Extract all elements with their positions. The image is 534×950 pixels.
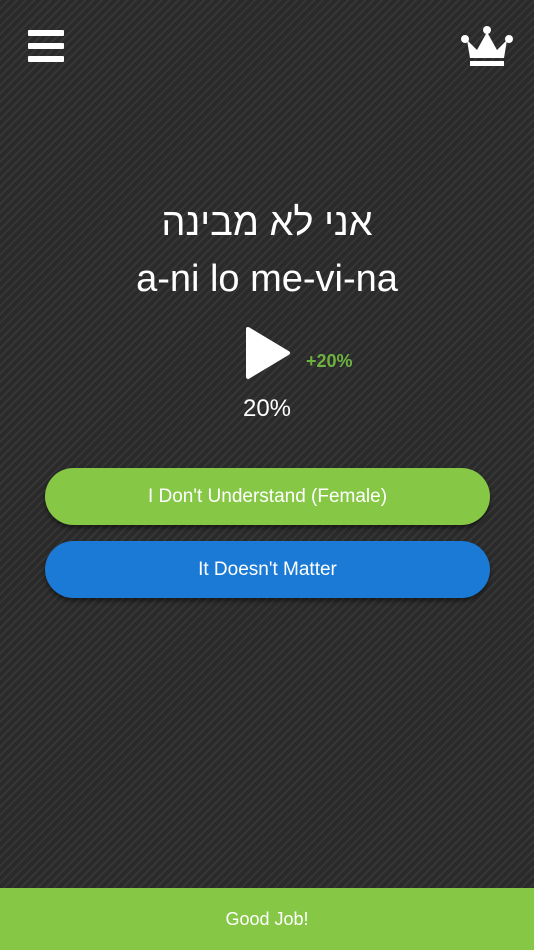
premium-crown-button[interactable] — [460, 24, 514, 68]
answer-option-it-doesnt-matter[interactable]: It Doesn't Matter — [45, 541, 490, 598]
transliteration: a-ni lo me-vi-na — [136, 258, 398, 300]
crown-icon — [461, 26, 513, 66]
play-audio-button[interactable] — [244, 326, 292, 380]
menu-button[interactable] — [28, 28, 66, 64]
feedback-label: Good Job! — [225, 909, 309, 929]
answer-option-i-dont-understand[interactable]: I Don't Understand (Female) — [45, 468, 490, 525]
progress-value: 20% — [242, 395, 292, 422]
play-icon — [246, 327, 290, 379]
hebrew-phrase: אני לא מבינה — [161, 202, 373, 244]
feedback-footer: Good Job! — [0, 888, 534, 950]
bonus-label: +20% — [306, 351, 353, 371]
